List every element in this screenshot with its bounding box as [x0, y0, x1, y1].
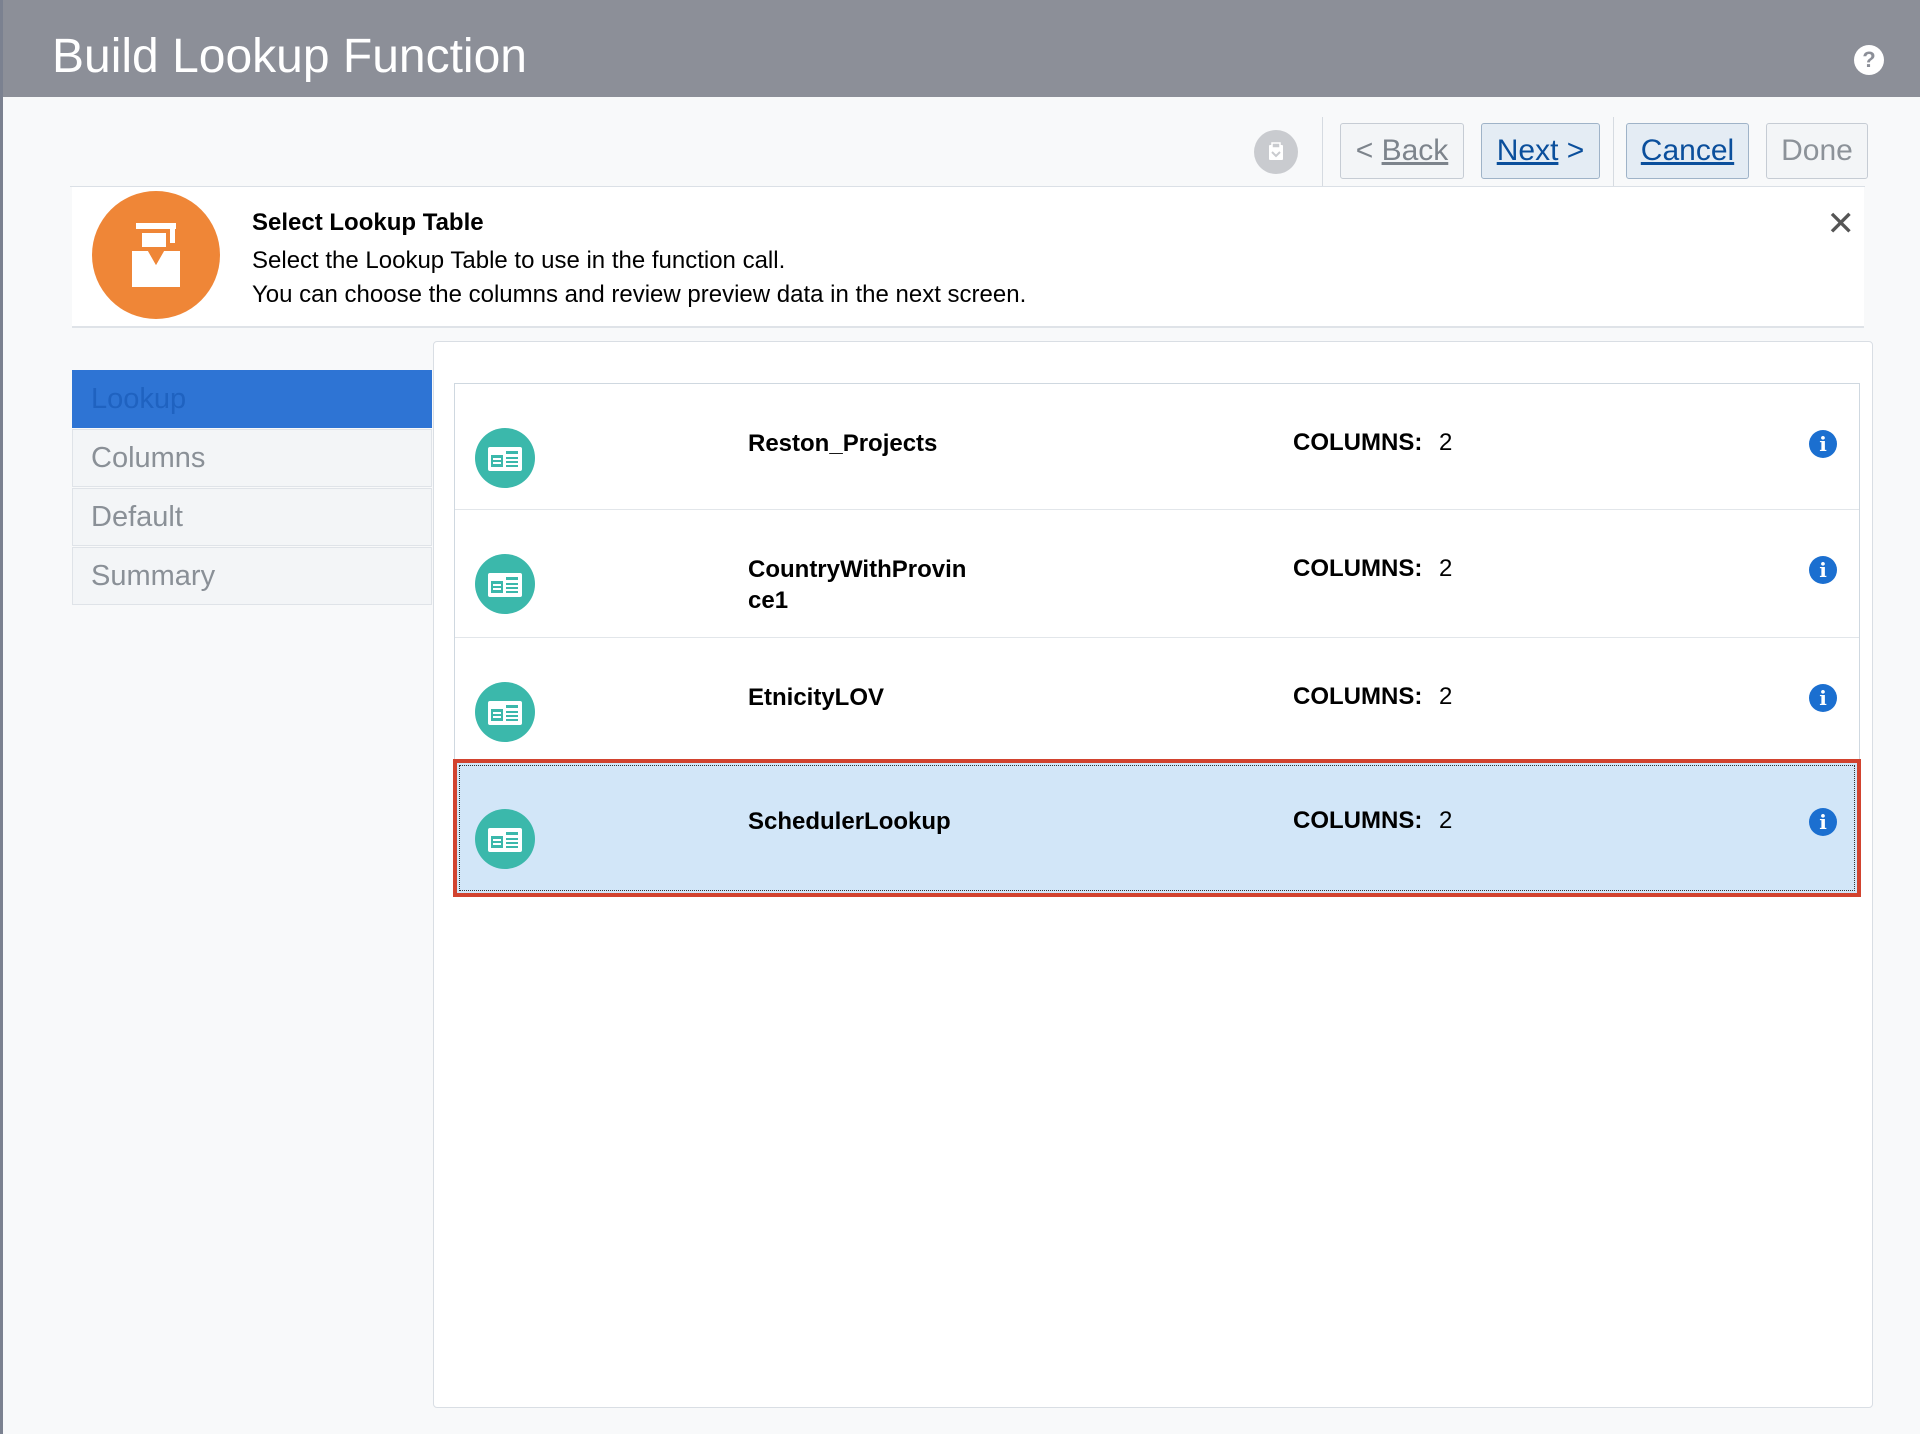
info-icon[interactable]: i [1809, 556, 1837, 584]
step-description-secondary: You can choose the columns and review pr… [252, 281, 1027, 308]
lookup-table-list: Reston_Projects COLUMNS: 2 i CountryWith… [453, 383, 1861, 897]
dialog-titlebar: Build Lookup Function ? [3, 0, 1920, 97]
columns-count: 2 [1439, 555, 1453, 582]
table-name: Reston_Projects [748, 430, 938, 457]
info-icon[interactable]: i [1809, 430, 1837, 458]
step-info-panel: Select Lookup Table Select the Lookup Ta… [72, 187, 1864, 328]
table-row[interactable]: Reston_Projects COLUMNS: 2 i [455, 384, 1859, 510]
toolbar-separator [1613, 117, 1614, 187]
back-arrow: < [1355, 134, 1382, 167]
help-icon[interactable]: ? [1854, 45, 1884, 75]
step-description: Select the Lookup Table to use in the fu… [252, 247, 786, 274]
sidebar-item-columns[interactable]: Columns [72, 429, 432, 487]
info-icon[interactable]: i [1809, 808, 1837, 836]
back-button[interactable]: < Back [1340, 123, 1464, 179]
table-icon [475, 428, 535, 488]
toolbar-separator [1322, 117, 1323, 187]
next-label: Next [1496, 134, 1559, 167]
table-row-selected[interactable]: SchedulerLookup COLUMNS: 2 i [453, 759, 1861, 897]
done-button[interactable]: Done [1766, 123, 1868, 179]
step-heading: Select Lookup Table [252, 209, 484, 236]
sidebar-item-lookup[interactable]: Lookup [72, 370, 432, 428]
next-button[interactable]: Next > [1481, 123, 1600, 179]
columns-count: 2 [1439, 807, 1453, 834]
disabled-action-icon [1254, 130, 1298, 174]
columns-count: 2 [1439, 683, 1453, 710]
table-name: SchedulerLookup [748, 808, 951, 835]
sidebar-item-default[interactable]: Default [72, 488, 432, 546]
columns-label: COLUMNS: [1293, 683, 1423, 710]
columns-label: COLUMNS: [1293, 429, 1423, 456]
cancel-label: Cancel [1640, 134, 1735, 167]
table-name: EtnicityLOV [748, 684, 885, 711]
sidebar-item-summary[interactable]: Summary [72, 547, 432, 605]
focus-ring [459, 765, 1855, 891]
table-icon [475, 809, 535, 869]
dialog-title: Build Lookup Function [52, 30, 527, 83]
table-row[interactable]: EtnicityLOV COLUMNS: 2 i [455, 638, 1859, 762]
close-icon[interactable]: ✕ [1827, 207, 1856, 241]
table-row[interactable]: CountryWithProvince1 COLUMNS: 2 i [455, 510, 1859, 638]
train-step-icon [92, 191, 220, 319]
table-icon [475, 554, 535, 614]
columns-label: COLUMNS: [1293, 555, 1423, 582]
columns-count: 2 [1439, 429, 1453, 456]
back-label: Back [1381, 134, 1449, 167]
cancel-button[interactable]: Cancel [1626, 123, 1749, 179]
table-name: CountryWithProvince1 [748, 556, 967, 614]
columns-label: COLUMNS: [1293, 807, 1423, 834]
info-icon[interactable]: i [1809, 684, 1837, 712]
table-icon [475, 682, 535, 742]
next-arrow: > [1558, 134, 1585, 167]
